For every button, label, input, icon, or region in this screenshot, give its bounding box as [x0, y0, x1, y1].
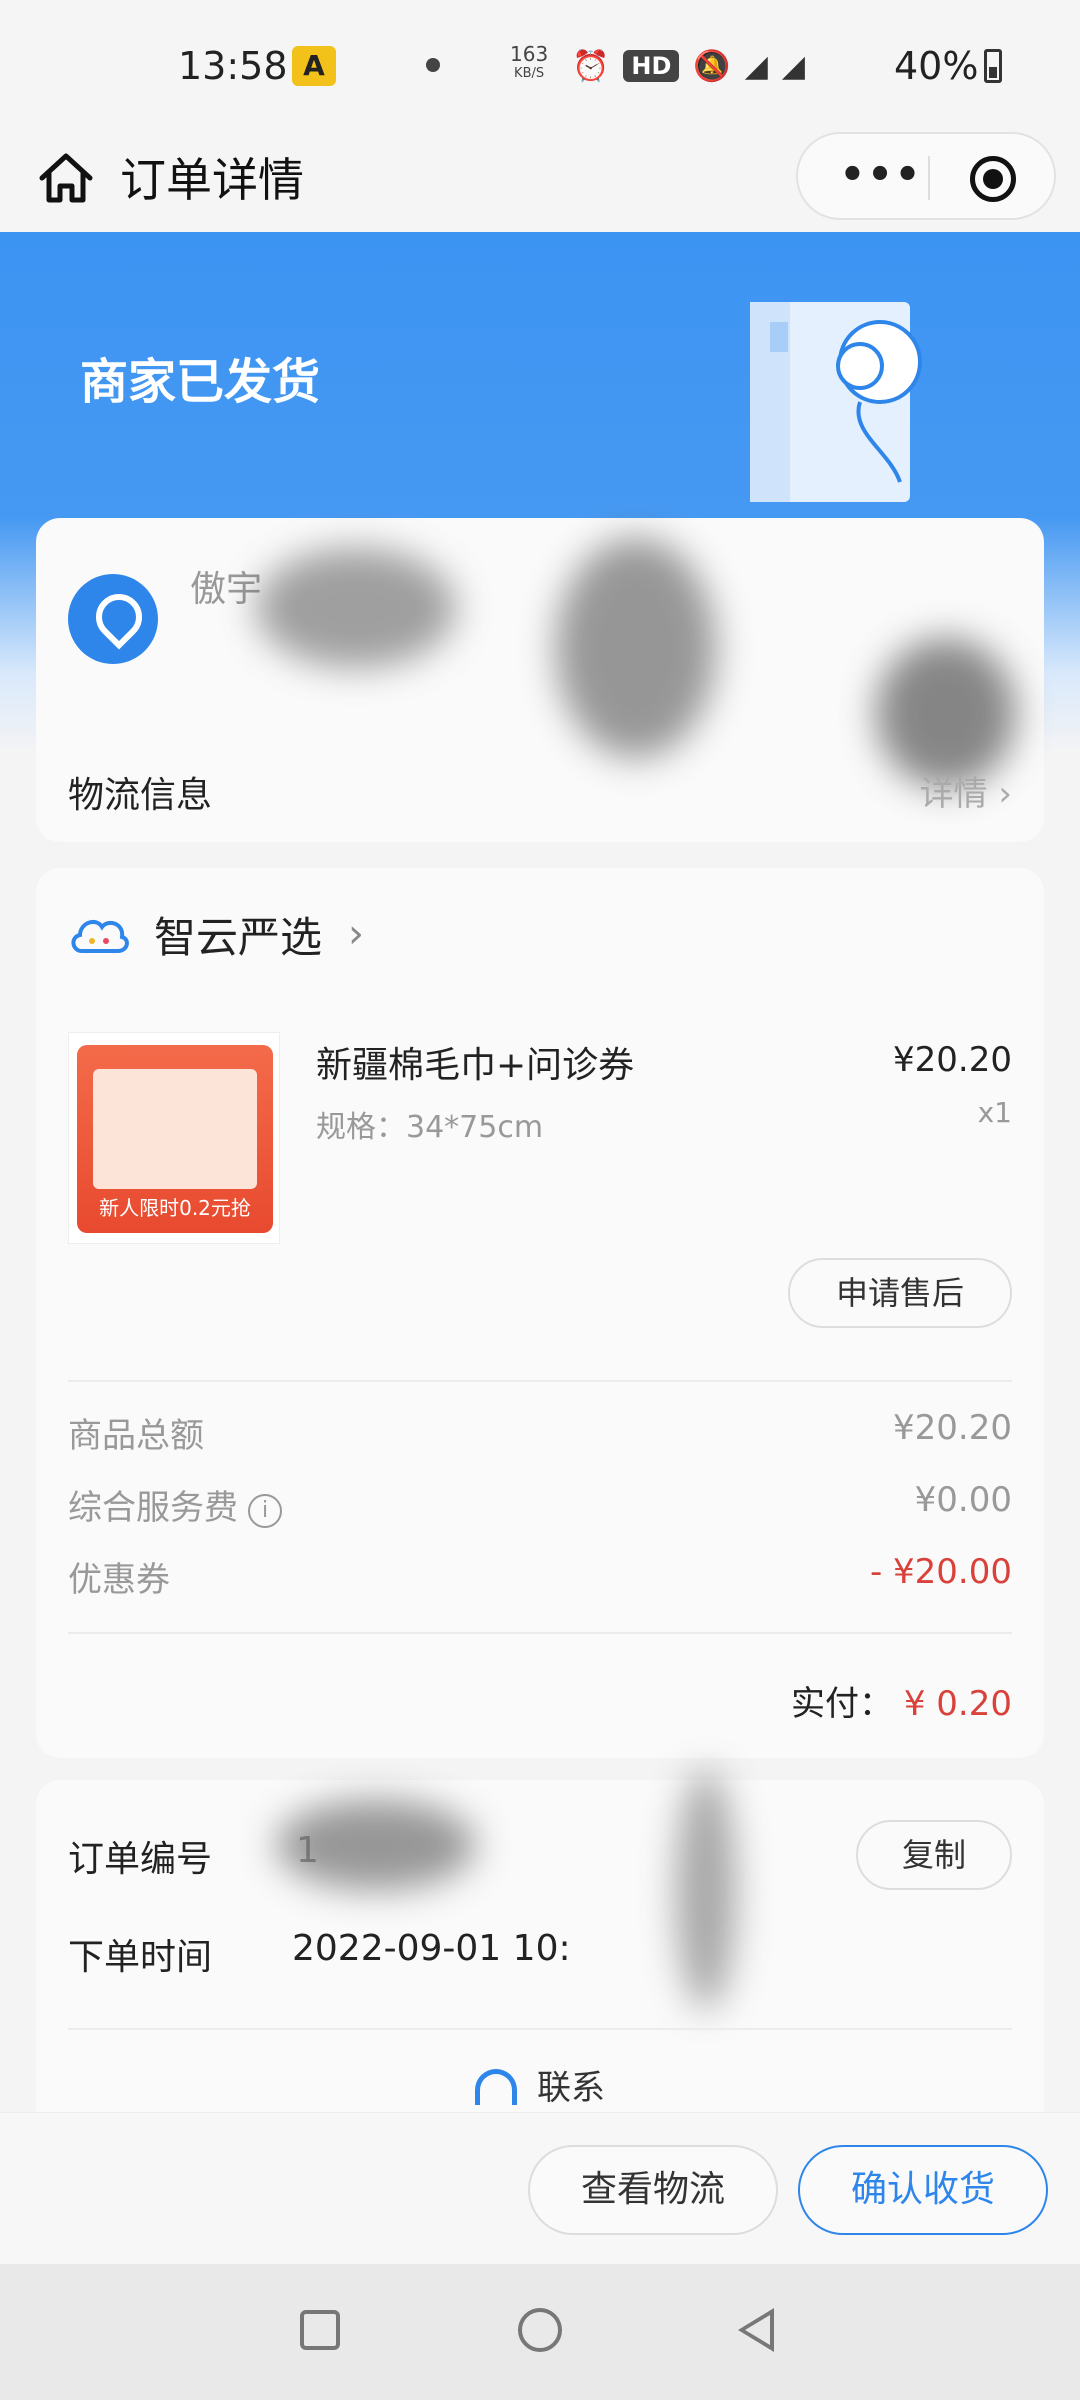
fee-value: - ¥20.00 [869, 1552, 1012, 1592]
page-title: 订单详情 [120, 153, 304, 207]
notification-dot-icon [426, 58, 440, 72]
mute-icon: 🔕 [693, 48, 731, 84]
fee-row-service: 综合服务费 i ¥0.00 [68, 1480, 1012, 1530]
product-image-banner: 新人限时0.2元抢 [77, 1045, 273, 1233]
product-price: ¥20.20 [893, 1040, 1012, 1080]
battery-level: 40% [894, 44, 979, 88]
product-quantity: x1 [977, 1096, 1012, 1129]
signal-4g-icon: ◢ [744, 48, 768, 84]
status-bar: 13:58 A 163 KB/S ⏰ HD 🔕 ◢ ◢ 40% [0, 0, 1080, 128]
fee-row-goods-total: 商品总额 ¥20.20 [68, 1408, 1012, 1458]
battery-icon [984, 49, 1003, 83]
product-image-panel [93, 1069, 257, 1189]
capsule-divider [928, 156, 930, 200]
order-time-value: 2022-09-01 10: [292, 1928, 571, 1969]
confirm-receipt-button[interactable]: 确认收货 [798, 2145, 1048, 2235]
home-nav-icon[interactable] [518, 2308, 562, 2352]
more-icon[interactable]: ••• [836, 155, 926, 196]
logistics-detail-link[interactable]: 详情 › [920, 766, 1012, 815]
paid-value: ¥ 0.20 [903, 1684, 1012, 1724]
order-status-title: 商家已发货 [80, 354, 321, 410]
logistics-detail-text: 详情 [919, 774, 988, 814]
copy-order-number-button[interactable]: 复制 [856, 1820, 1012, 1890]
network-rate-value: 163 [510, 42, 549, 66]
signal-5g-icon: ◢ [781, 48, 805, 84]
product-spec: 规格：34*75cm [316, 1110, 544, 1145]
home-icon[interactable] [36, 148, 96, 208]
fee-label-text: 综合服务费 [68, 1488, 238, 1528]
location-pin-icon [68, 574, 158, 664]
order-card: 智云严选 › 新人限时0.2元抢 新疆棉毛巾+问诊券 规格：34*75cm ¥2… [36, 868, 1044, 1758]
chevron-right-icon: › [348, 911, 365, 957]
headset-icon [475, 2069, 517, 2105]
hd-badge: HD [623, 50, 680, 82]
fee-label: 综合服务费 i [68, 1480, 282, 1529]
product-image[interactable]: 新人限时0.2元抢 [68, 1032, 280, 1244]
close-mini-program-icon[interactable] [970, 156, 1016, 202]
fee-value: ¥0.00 [914, 1480, 1012, 1520]
redacted-region [556, 538, 716, 758]
cloud-shop-icon [71, 919, 129, 953]
contact-seller-link[interactable]: 联系 [36, 2060, 1044, 2109]
contact-label: 联系 [537, 2068, 605, 2108]
redacted-region [676, 1770, 736, 2010]
fee-label: 商品总额 [68, 1416, 204, 1456]
info-icon[interactable]: i [248, 1494, 282, 1528]
network-rate-unit: KB/S [514, 66, 545, 81]
view-logistics-button[interactable]: 查看物流 [528, 2145, 778, 2235]
shop-name: 智云严选 [154, 912, 323, 962]
paid-amount-row: 实付： ¥ 0.20 [791, 1676, 1012, 1725]
network-rate: 163 KB/S [510, 44, 548, 84]
order-info-card: 订单编号 1 复制 下单时间 2022-09-01 10: 联系 [36, 1770, 1044, 2140]
status-icons: ⏰ HD 🔕 ◢ ◢ [572, 44, 805, 88]
order-time-label: 下单时间 [68, 1937, 213, 1978]
recent-apps-icon[interactable] [300, 2310, 340, 2350]
paid-label: 实付： [791, 1684, 894, 1724]
recipient-name: 傲宇 [190, 569, 263, 610]
nav-header: 订单详情 ••• [0, 128, 1080, 232]
shop-row[interactable]: 智云严选 › [68, 904, 364, 964]
alarm-icon: ⏰ [572, 48, 610, 84]
bottom-action-bar: 查看物流 确认收货 [0, 2112, 1080, 2264]
divider [68, 1632, 1012, 1634]
battery: 40% [894, 44, 1003, 88]
fee-row-coupon: 优惠券 - ¥20.00 [68, 1552, 1012, 1602]
redacted-region [256, 548, 456, 668]
product-title[interactable]: 新疆棉毛巾+问诊券 [316, 1036, 634, 1088]
redacted-region [276, 1800, 476, 1890]
system-nav-bar [0, 2264, 1080, 2400]
after-sales-button[interactable]: 申请售后 [788, 1258, 1012, 1328]
product-image-caption: 新人限时0.2元抢 [99, 1196, 251, 1220]
app-notification-icon: A [292, 46, 336, 86]
address-card[interactable]: 傲宇 物流信息 详情 › [36, 518, 1044, 842]
order-number-label: 订单编号 [68, 1839, 213, 1880]
fee-value: ¥20.20 [893, 1408, 1012, 1448]
chevron-right-icon: › [998, 774, 1012, 814]
mini-program-capsule: ••• [796, 132, 1056, 220]
divider [68, 2028, 1012, 2030]
logistics-info-label: 物流信息 [68, 775, 213, 816]
fee-label: 优惠券 [68, 1560, 170, 1600]
package-illustration [750, 302, 922, 502]
divider [68, 1380, 1012, 1382]
status-time: 13:58 [178, 44, 288, 88]
back-icon[interactable] [738, 2308, 774, 2352]
